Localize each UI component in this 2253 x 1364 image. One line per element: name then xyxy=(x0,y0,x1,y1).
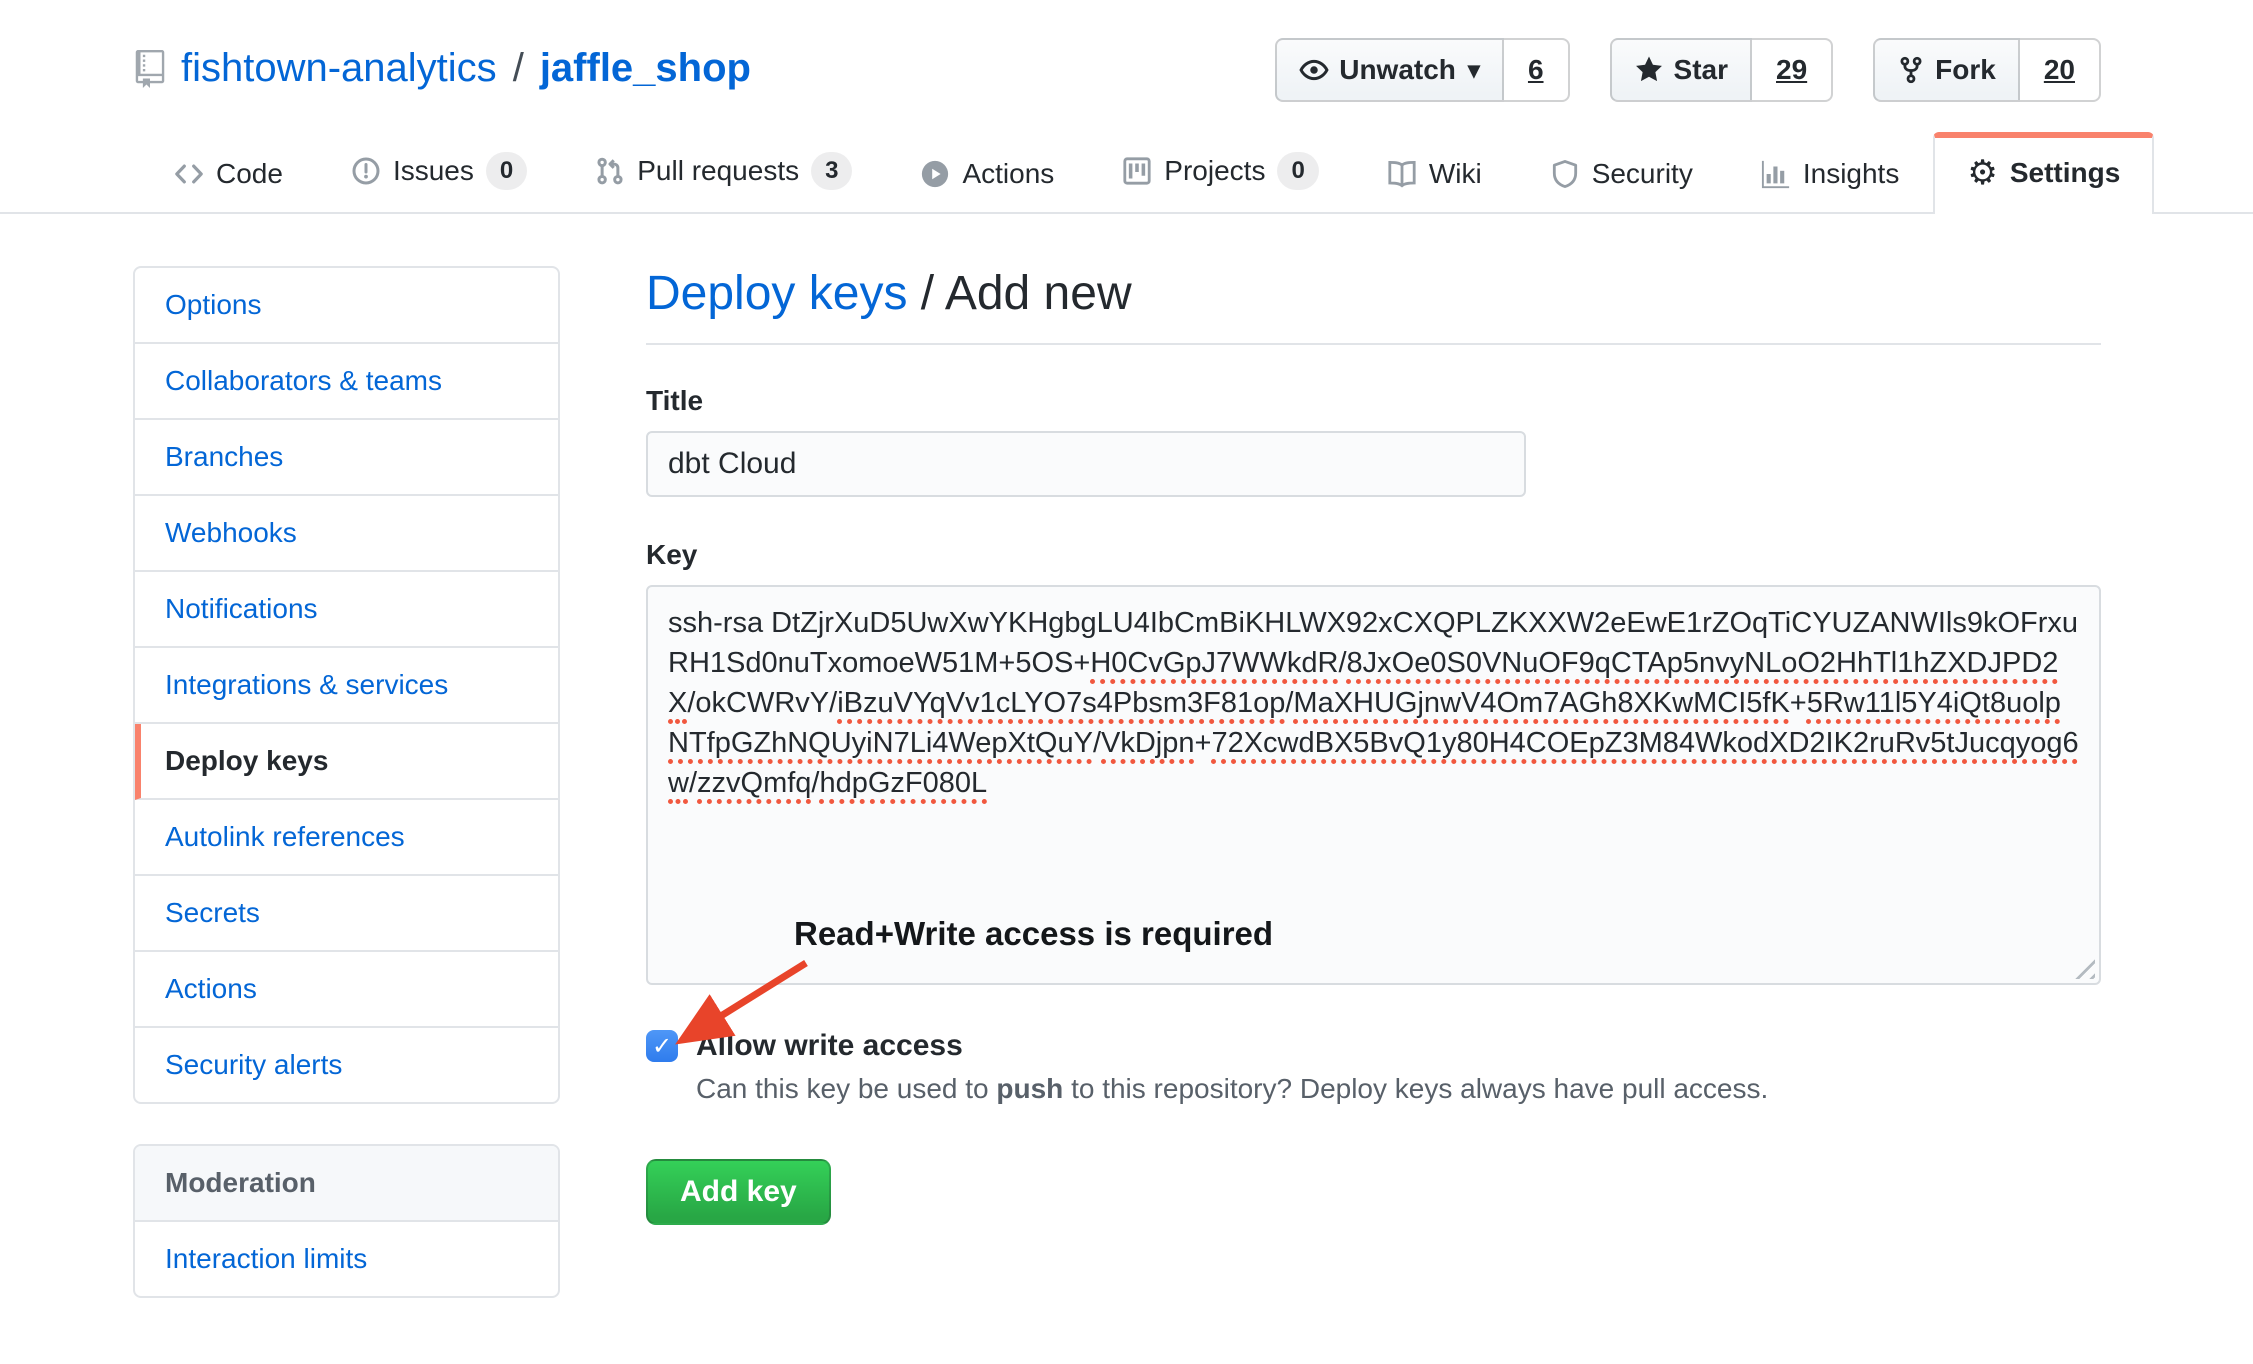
sidebar-item-notifications[interactable]: Notifications xyxy=(135,572,558,648)
repo-name-link[interactable]: jaffle_shop xyxy=(540,46,751,91)
allow-write-help: Can this key be used to push to this rep… xyxy=(696,1073,2101,1105)
tab-label: Security xyxy=(1592,158,1693,190)
sidebar-item-webhooks[interactable]: Webhooks xyxy=(135,496,558,572)
title-label: Title xyxy=(646,385,2101,417)
tab-issues[interactable]: Issues 0 xyxy=(317,128,561,212)
gear-icon: ⚙ xyxy=(1967,156,1997,190)
tab-label: Actions xyxy=(962,158,1054,190)
deploy-key-text: ssh-rsa DtZjrXuD5UwXwYKHgbgLU4IbCmBiKHLW… xyxy=(668,607,2079,799)
tab-insights[interactable]: Insights xyxy=(1727,134,1934,212)
repo-owner-link[interactable]: fishtown-analytics xyxy=(181,46,497,91)
stars-count[interactable]: 29 xyxy=(1752,38,1833,102)
sidebar-item-collaborators[interactable]: Collaborators & teams xyxy=(135,344,558,420)
page-header: fishtown-analytics / jaffle_shop Unwatch… xyxy=(0,0,2253,102)
tab-label: Insights xyxy=(1803,158,1900,190)
fork-button[interactable]: Fork xyxy=(1873,38,2020,102)
eye-icon xyxy=(1299,55,1329,85)
pull-requests-count-badge: 3 xyxy=(811,152,852,190)
star-button[interactable]: Star xyxy=(1610,38,1752,102)
pull-request-icon xyxy=(595,156,625,186)
fork-label: Fork xyxy=(1935,54,1996,86)
watchers-count[interactable]: 6 xyxy=(1504,38,1570,102)
repo-icon xyxy=(133,50,167,88)
book-icon xyxy=(1387,159,1417,189)
fork-group: Fork 20 xyxy=(1873,38,2101,102)
tab-label: Code xyxy=(216,158,283,190)
tab-label: Pull requests xyxy=(637,155,799,187)
sidebar-item-integrations[interactable]: Integrations & services xyxy=(135,648,558,724)
allow-write-row: ✓ Allow write access xyxy=(646,1029,2101,1063)
shield-icon xyxy=(1550,159,1580,189)
tab-wiki[interactable]: Wiki xyxy=(1353,134,1516,212)
issues-count-badge: 0 xyxy=(486,152,527,190)
page-title-rest: / Add new xyxy=(907,267,1131,320)
moderation-header: Moderation xyxy=(135,1146,558,1222)
sidebar-item-autolink[interactable]: Autolink references xyxy=(135,800,558,876)
sidebar-item-secrets[interactable]: Secrets xyxy=(135,876,558,952)
watch-group: Unwatch ▾ 6 xyxy=(1275,38,1569,102)
key-area: ssh-rsa DtZjrXuD5UwXwYKHgbgLU4IbCmBiKHLW… xyxy=(646,585,2101,1105)
forks-count[interactable]: 20 xyxy=(2020,38,2101,102)
tab-code[interactable]: Code xyxy=(140,134,317,212)
settings-sidebar: Options Collaborators & teams Branches W… xyxy=(133,266,560,1298)
tab-label: Projects xyxy=(1164,155,1265,187)
sidebar-item-branches[interactable]: Branches xyxy=(135,420,558,496)
tab-projects[interactable]: Projects 0 xyxy=(1088,128,1353,212)
repo-social-actions: Unwatch ▾ 6 Star 29 xyxy=(1275,38,2101,102)
star-group: Star 29 xyxy=(1610,38,1834,102)
deploy-keys-link[interactable]: Deploy keys xyxy=(646,267,907,320)
settings-content: Options Collaborators & teams Branches W… xyxy=(0,214,2253,1298)
tab-pull-requests[interactable]: Pull requests 3 xyxy=(561,128,886,212)
graph-icon xyxy=(1761,159,1791,189)
sidebar-item-actions[interactable]: Actions xyxy=(135,952,558,1028)
sidebar-item-deploy-keys[interactable]: Deploy keys xyxy=(135,724,558,800)
sidebar-item-options[interactable]: Options xyxy=(135,268,558,344)
projects-count-badge: 0 xyxy=(1277,152,1318,190)
fork-icon xyxy=(1897,55,1925,85)
unwatch-label: Unwatch xyxy=(1339,54,1456,86)
key-group: Key ssh-rsa DtZjrXuD5UwXwYKHgbgLU4IbCmBi… xyxy=(646,539,2101,1225)
deploy-key-form: Deploy keys / Add new Title Key ssh-rsa … xyxy=(646,266,2101,1225)
red-arrow-icon xyxy=(654,957,824,1057)
sidebar-item-security-alerts[interactable]: Security alerts xyxy=(135,1028,558,1102)
repo-tabnav: Code Issues 0 Pull requests 3 Actions Pr… xyxy=(0,128,2253,214)
code-icon xyxy=(174,159,204,189)
star-label: Star xyxy=(1674,54,1728,86)
breadcrumb-separator: / xyxy=(511,46,526,91)
tab-label: Issues xyxy=(393,155,474,187)
tab-actions[interactable]: Actions xyxy=(886,134,1088,212)
tab-settings[interactable]: ⚙ Settings xyxy=(1933,132,2154,214)
page-title: Deploy keys / Add new xyxy=(646,266,2101,345)
issue-opened-icon xyxy=(351,156,381,186)
unwatch-button[interactable]: Unwatch ▾ xyxy=(1275,38,1504,102)
repo-breadcrumb: fishtown-analytics / jaffle_shop xyxy=(133,46,751,91)
moderation-menu: Moderation Interaction limits xyxy=(133,1144,560,1298)
title-group: Title xyxy=(646,385,2101,497)
settings-menu: Options Collaborators & teams Branches W… xyxy=(133,266,560,1104)
tab-label: Wiki xyxy=(1429,158,1482,190)
add-key-button[interactable]: Add key xyxy=(646,1159,831,1225)
title-input[interactable] xyxy=(646,431,1526,497)
project-icon xyxy=(1122,156,1152,186)
caret-down-icon: ▾ xyxy=(1468,56,1480,85)
star-icon xyxy=(1634,55,1664,85)
read-write-annotation: Read+Write access is required xyxy=(794,915,1273,953)
sidebar-item-interaction-limits[interactable]: Interaction limits xyxy=(135,1222,558,1296)
play-icon xyxy=(920,159,950,189)
tab-security[interactable]: Security xyxy=(1516,134,1727,212)
key-label: Key xyxy=(646,539,2101,571)
tab-label: Settings xyxy=(2010,157,2120,189)
